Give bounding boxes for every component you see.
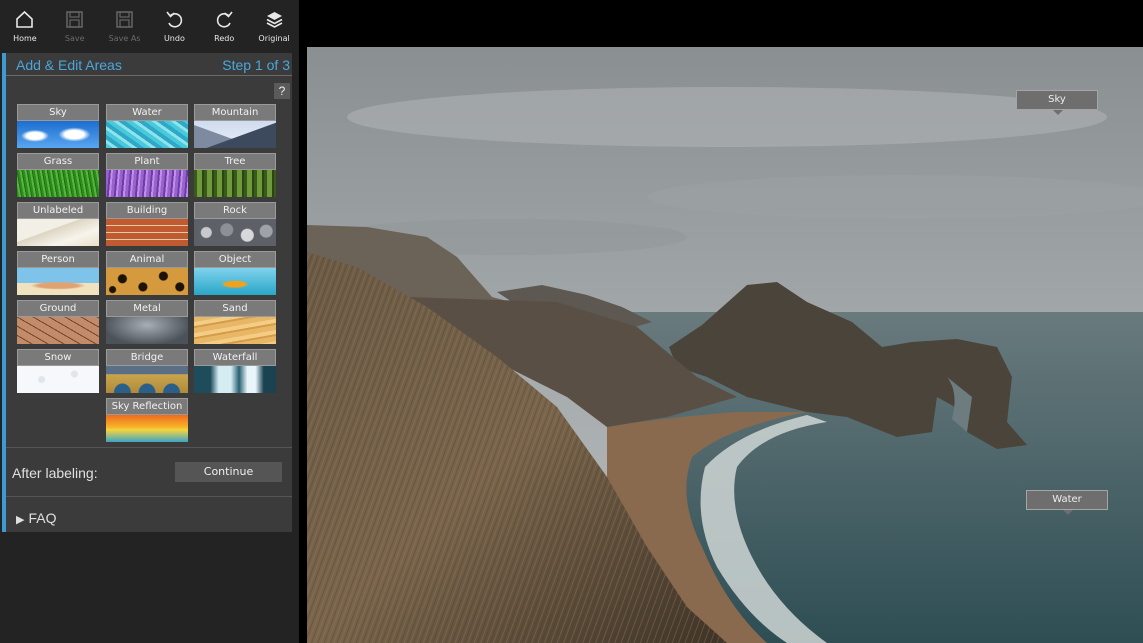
redo-icon bbox=[216, 11, 233, 28]
category-sand[interactable]: Sand bbox=[194, 300, 276, 344]
category-label: Rock bbox=[194, 202, 276, 219]
category-label: Object bbox=[194, 251, 276, 268]
animal-thumbnail bbox=[106, 268, 188, 295]
category-building[interactable]: Building bbox=[106, 202, 188, 246]
category-rock[interactable]: Rock bbox=[194, 202, 276, 246]
save-label: Save bbox=[64, 34, 85, 43]
faq-toggle[interactable]: ▶ FAQ bbox=[16, 510, 56, 526]
bridge-thumbnail bbox=[106, 366, 188, 393]
original-button[interactable]: Original bbox=[249, 0, 299, 47]
sand-thumbnail bbox=[194, 317, 276, 344]
photo-canvas[interactable]: Sky Water bbox=[307, 47, 1143, 643]
layers-icon bbox=[266, 12, 282, 28]
category-sky[interactable]: Sky bbox=[17, 104, 99, 148]
home-label: Home bbox=[13, 34, 37, 43]
category-label: Plant bbox=[106, 153, 188, 170]
category-label: Bridge bbox=[106, 349, 188, 366]
category-bridge[interactable]: Bridge bbox=[106, 349, 188, 393]
category-label: Waterfall bbox=[194, 349, 276, 366]
person-thumbnail bbox=[17, 268, 99, 295]
rock-thumbnail bbox=[194, 219, 276, 246]
faq-label: FAQ bbox=[28, 510, 57, 526]
category-animal[interactable]: Animal bbox=[106, 251, 188, 295]
continue-button[interactable]: Continue bbox=[175, 462, 282, 482]
sky-reflection-thumbnail bbox=[106, 415, 188, 442]
save-as-button[interactable]: Save As bbox=[100, 0, 150, 47]
panel-title: Add & Edit Areas bbox=[16, 57, 122, 73]
landscape-photo bbox=[307, 47, 1143, 643]
undo-label: Undo bbox=[163, 34, 185, 43]
home-icon bbox=[16, 10, 34, 28]
building-thumbnail bbox=[106, 219, 188, 246]
category-label: Person bbox=[17, 251, 99, 268]
category-plant[interactable]: Plant bbox=[106, 153, 188, 197]
category-grass[interactable]: Grass bbox=[17, 153, 99, 197]
category-label: Building bbox=[106, 202, 188, 219]
water-region-label[interactable]: Water bbox=[1026, 490, 1108, 515]
tree-thumbnail bbox=[194, 170, 276, 197]
category-waterfall[interactable]: Waterfall bbox=[194, 349, 276, 393]
mountain-thumbnail bbox=[194, 121, 276, 148]
category-person[interactable]: Person bbox=[17, 251, 99, 295]
sky-region-label[interactable]: Sky bbox=[1016, 90, 1098, 115]
sky-thumbnail bbox=[17, 121, 99, 148]
save-as-label: Save As bbox=[108, 34, 141, 43]
category-label: Grass bbox=[17, 153, 99, 170]
original-label: Original bbox=[258, 34, 290, 43]
category-label: Water bbox=[106, 104, 188, 121]
after-labeling-label: After labeling: bbox=[12, 465, 98, 481]
category-snow[interactable]: Snow bbox=[17, 349, 99, 393]
category-object[interactable]: Object bbox=[194, 251, 276, 295]
category-ground[interactable]: Ground bbox=[17, 300, 99, 344]
unlabeled-thumbnail bbox=[17, 219, 99, 246]
toolbar: Home Save Save As Undo Redo Original bbox=[0, 0, 299, 47]
category-label: Sky Reflection bbox=[106, 398, 188, 415]
help-button[interactable]: ? bbox=[274, 83, 290, 99]
waterfall-thumbnail bbox=[194, 366, 276, 393]
panel-header: Add & Edit Areas Step 1 of 3 bbox=[6, 53, 292, 76]
redo-label: Redo bbox=[214, 34, 235, 43]
redo-button[interactable]: Redo bbox=[199, 0, 249, 47]
object-thumbnail bbox=[194, 268, 276, 295]
category-label: Unlabeled bbox=[17, 202, 99, 219]
divider bbox=[6, 496, 292, 497]
category-label: Sky bbox=[17, 104, 99, 121]
plant-thumbnail bbox=[106, 170, 188, 197]
category-mountain[interactable]: Mountain bbox=[194, 104, 276, 148]
grass-thumbnail bbox=[17, 170, 99, 197]
metal-thumbnail bbox=[106, 317, 188, 344]
category-label: Tree bbox=[194, 153, 276, 170]
divider bbox=[6, 447, 292, 448]
category-label: Mountain bbox=[194, 104, 276, 121]
category-sky-reflection[interactable]: Sky Reflection bbox=[106, 398, 188, 442]
water-thumbnail bbox=[106, 121, 188, 148]
category-label: Sand bbox=[194, 300, 276, 317]
undo-icon bbox=[166, 11, 183, 28]
category-tree[interactable]: Tree bbox=[194, 153, 276, 197]
snow-thumbnail bbox=[17, 366, 99, 393]
save-as-icon bbox=[116, 11, 133, 28]
expand-arrow-icon: ▶ bbox=[16, 514, 25, 526]
undo-button[interactable]: Undo bbox=[149, 0, 199, 47]
category-label: Snow bbox=[17, 349, 99, 366]
category-label: Metal bbox=[106, 300, 188, 317]
category-label: Ground bbox=[17, 300, 99, 317]
left-panel: Home Save Save As Undo Redo Original Add… bbox=[0, 0, 299, 643]
save-icon bbox=[66, 11, 83, 28]
save-button[interactable]: Save bbox=[50, 0, 100, 47]
category-label: Animal bbox=[106, 251, 188, 268]
category-unlabeled[interactable]: Unlabeled bbox=[17, 202, 99, 246]
category-water[interactable]: Water bbox=[106, 104, 188, 148]
category-metal[interactable]: Metal bbox=[106, 300, 188, 344]
add-edit-areas-panel: Add & Edit Areas Step 1 of 3 ? Sky Water… bbox=[2, 53, 292, 532]
home-button[interactable]: Home bbox=[0, 0, 50, 47]
step-indicator: Step 1 of 3 bbox=[222, 57, 290, 73]
ground-thumbnail bbox=[17, 317, 99, 344]
